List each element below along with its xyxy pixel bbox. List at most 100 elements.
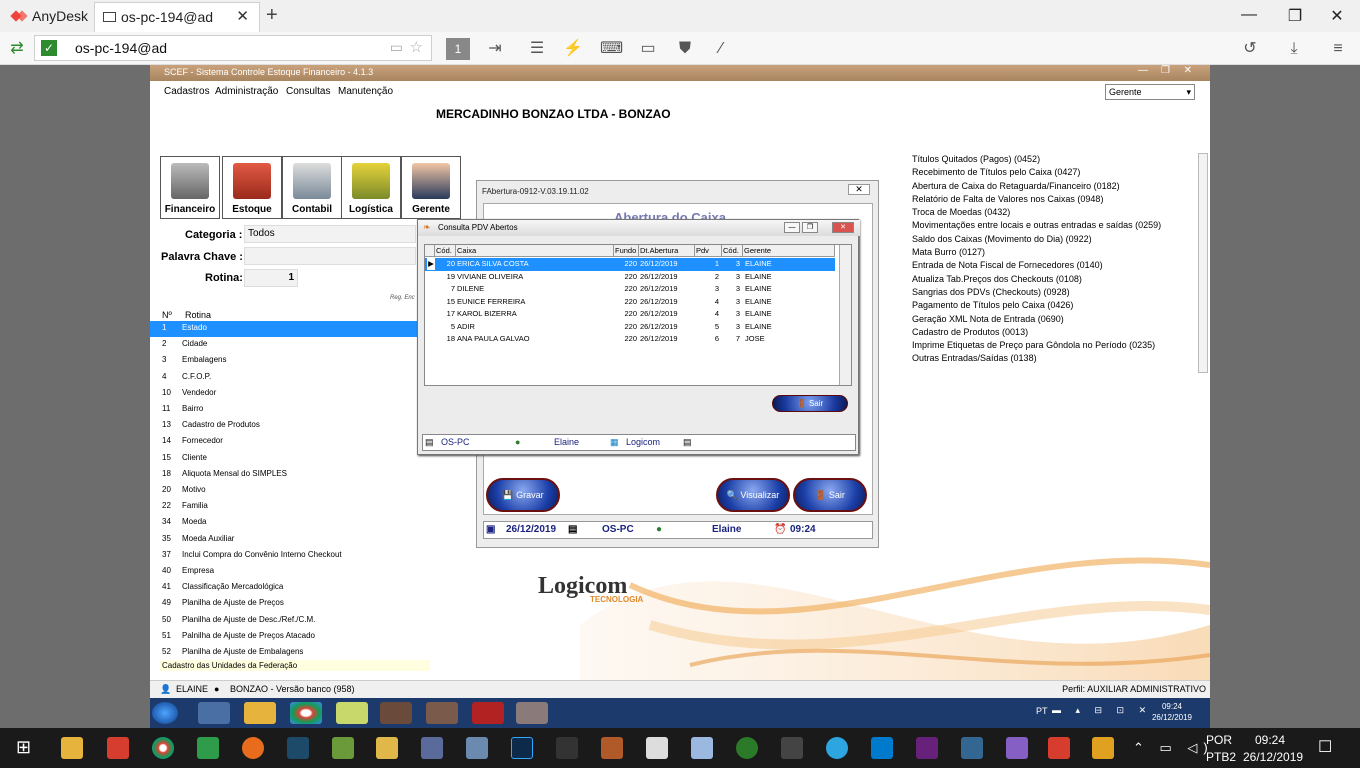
rotina-row[interactable]: 4 C.F.O.P. [150, 370, 418, 386]
remote-tray-icons[interactable]: ▬ ▴ ⊟ ⊡ ✕ [1052, 705, 1152, 716]
grid-col-cod-gerente[interactable]: Cód. [722, 245, 743, 257]
paint-icon[interactable] [466, 737, 488, 759]
chrome-icon[interactable] [152, 737, 174, 759]
recent-routine-item[interactable]: Troca de Moedas (0432) [912, 206, 1161, 219]
rotina-row[interactable]: 41 Classificação Mercadológica [150, 580, 418, 596]
grid-col-fundo[interactable]: Fundo [614, 245, 639, 257]
favorite-star-icon[interactable]: ☆ [410, 38, 423, 56]
close-icon[interactable]: ✕ [832, 222, 854, 233]
history-icon[interactable]: ↺ [1239, 38, 1261, 60]
recent-routine-item[interactable]: Pagamento de Títulos pelo Caixa (0426) [912, 299, 1161, 312]
module-contabil-button[interactable]: Contabil [282, 156, 342, 219]
visual-studio-icon[interactable] [916, 737, 938, 759]
address-bar[interactable]: ✓ os-pc-194@ad ▭ ☆ [34, 35, 432, 61]
app-c-icon[interactable] [197, 737, 219, 759]
pdv-row[interactable]: 7 DILENE 220 26/12/2019 3 3 ELAINE [425, 283, 835, 296]
telegram-icon[interactable] [826, 737, 848, 759]
close-icon[interactable]: ✕ [1322, 6, 1352, 26]
grid-col-caixa[interactable]: Caixa [456, 245, 614, 257]
rotina-row[interactable]: 18 Aliquota Mensal do SIMPLES [150, 467, 418, 483]
rotina-row[interactable]: 22 Familia [150, 499, 418, 515]
pdv-row[interactable]: 19 VIVIANE OLIVEIRA 220 26/12/2019 2 3 ELAINE [425, 271, 835, 284]
sair-button[interactable]: 🚪 Sair [793, 478, 867, 512]
connection-icon[interactable]: ⇄ [6, 38, 28, 60]
close-icon[interactable]: ✕ [848, 184, 870, 195]
network-app-icon[interactable] [198, 702, 230, 724]
app-chart-icon[interactable] [332, 737, 354, 759]
rotina-row[interactable]: 10 Vendedor [150, 386, 418, 402]
download-icon[interactable]: ⤓ [1283, 38, 1305, 60]
grid-col-pdv[interactable]: Pdv [695, 245, 722, 257]
module-financeiro-button[interactable]: Financeiro [160, 156, 220, 219]
app-clipboard-icon[interactable] [646, 737, 668, 759]
app-s-icon[interactable] [242, 737, 264, 759]
local-date[interactable]: 26/12/2019 [1243, 750, 1303, 764]
rotina-row[interactable]: 13 Cadastro de Produtos [150, 418, 418, 434]
switch-side-icon[interactable]: ⇥ [484, 38, 506, 60]
rotina-row[interactable]: 37 Inclui Compra do Convênio Interno Chec… [150, 548, 418, 564]
minimize-icon[interactable]: — [784, 222, 800, 233]
postgres-icon[interactable] [961, 737, 983, 759]
rotina-row[interactable]: 2 Cidade [150, 337, 418, 353]
local-lang2[interactable]: PTB2 [1206, 750, 1236, 764]
recent-routine-item[interactable]: Relatório de Falta de Valores nos Caixas… [912, 193, 1161, 206]
rotina-input[interactable]: 1 [244, 269, 298, 287]
recent-routine-item[interactable]: Atualiza Tab.Preços dos Checkouts (0108) [912, 273, 1161, 286]
folders-icon[interactable] [336, 702, 368, 724]
tab-remote-session[interactable]: os-pc-194@ad ✕ [94, 2, 260, 32]
rotina-row[interactable]: 35 Moeda Auxiliar [150, 532, 418, 548]
app-hd-icon[interactable] [1048, 737, 1070, 759]
photoshop-icon[interactable] [511, 737, 533, 759]
anydesk-app-icon[interactable] [472, 702, 504, 724]
rotina-row[interactable]: 50 Planilha de Ajuste de Desc./Ref./C.M. [150, 613, 418, 629]
profile-select[interactable]: Gerente ▾ [1105, 84, 1195, 100]
visualizar-button[interactable]: 🔍 Visualizar [716, 478, 790, 512]
recent-scrollbar[interactable] [1198, 153, 1208, 373]
privacy-icon[interactable]: ⛊ [674, 38, 696, 60]
recent-routine-item[interactable]: Movimentações entre locais e outras entr… [912, 219, 1161, 232]
recent-routine-item[interactable]: Geração XML Nota de Entrada (0690) [912, 313, 1161, 326]
grid-scrollbar[interactable] [839, 245, 851, 385]
app-di-icon[interactable] [556, 737, 578, 759]
categoria-field[interactable]: Todos [244, 225, 416, 243]
whiteboard-icon[interactable]: ∕ [710, 38, 732, 60]
rotina-row[interactable]: 51 Palnilha de Ajuste de Preços Atacado [150, 629, 418, 645]
keyboard-icon[interactable]: ⌨ [600, 38, 623, 60]
recent-routine-item[interactable]: Cadastro de Produtos (0013) [912, 326, 1161, 339]
grid-col-dtabertura[interactable]: Dt.Abertura [639, 245, 695, 257]
logicom-app-icon[interactable] [426, 702, 458, 724]
rotina-row[interactable]: 14 Fornecedor [150, 434, 418, 450]
app-hands-icon[interactable] [376, 737, 398, 759]
menu-manutencao[interactable]: Manutenção [338, 86, 393, 97]
recent-routine-item[interactable]: Títulos Quitados (Pagos) (0452) [912, 153, 1161, 166]
recent-routine-item[interactable]: Abertura de Caixa do Retaguarda/Financei… [912, 180, 1161, 193]
menu-consultas[interactable]: Consultas [286, 86, 330, 97]
notifications-icon[interactable]: ☐ [1318, 737, 1332, 757]
app-dark-icon[interactable] [781, 737, 803, 759]
rotina-row[interactable]: 1 Estado [150, 321, 418, 337]
rotina-row[interactable]: 34 Moeda [150, 515, 418, 531]
restore-icon[interactable]: ❐ [802, 222, 818, 233]
file-explorer-icon[interactable] [61, 737, 83, 759]
module-gerente-button[interactable]: Gerente [401, 156, 461, 219]
close-icon[interactable]: ✕ [1184, 65, 1192, 76]
recent-routine-item[interactable]: Saldo dos Caixas (Movimento do Dia) (092… [912, 233, 1161, 246]
anydesk-icon[interactable] [107, 737, 129, 759]
recent-routine-item[interactable]: Sangrias dos PDVs (Checkouts) (0928) [912, 286, 1161, 299]
menu-cadastros[interactable]: Cadastros [164, 86, 210, 97]
app-box-icon[interactable] [691, 737, 713, 759]
recent-routine-item[interactable]: Imprime Etiquetas de Preço para Gôndola … [912, 339, 1161, 352]
new-tab-icon[interactable]: + [266, 4, 278, 27]
app-logicom-icon[interactable] [601, 737, 623, 759]
app-hs-icon[interactable] [736, 737, 758, 759]
pdv-row[interactable]: ▶ 20 ERICA SILVA COSTA 220 26/12/2019 1 3 ELAIN… [425, 258, 835, 271]
rotina-row[interactable]: 11 Bairro [150, 402, 418, 418]
pdv-row[interactable]: 15 EUNICE FERREIRA 220 26/12/2019 4 3 ELAINE [425, 296, 835, 309]
rotina-row[interactable]: 52 Planilha de Ajuste de Embalagens [150, 645, 418, 661]
pdv-row[interactable]: 5 ADIR 220 26/12/2019 5 3 ELAINE [425, 321, 835, 334]
monitor-number[interactable]: 1 [446, 38, 470, 60]
abertura-app-icon[interactable] [516, 702, 548, 724]
rotina-row[interactable]: 49 Planilha de Ajuste de Preços [150, 596, 418, 612]
screenshot-icon[interactable]: ▭ [390, 39, 403, 56]
grid-col-gerente[interactable]: Gerente [743, 245, 835, 257]
